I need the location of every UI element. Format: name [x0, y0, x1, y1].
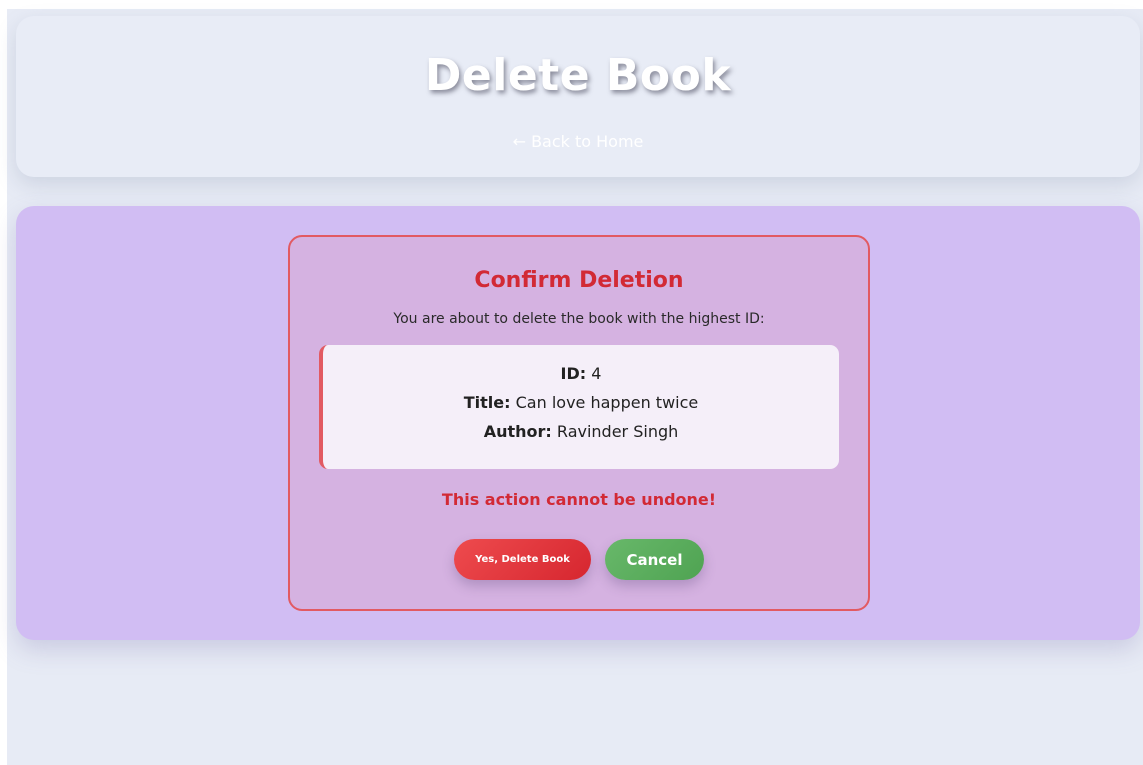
book-author-value: Ravinder Singh: [556, 422, 679, 441]
book-id-label: ID:: [560, 364, 587, 383]
book-title-row: Title: Can love happen twice: [323, 395, 839, 411]
book-author-label: Author:: [483, 422, 552, 441]
main-panel: Confirm Deletion You are about to delete…: [16, 206, 1140, 640]
delete-book-button[interactable]: Yes, Delete Book: [454, 539, 591, 580]
page-title: Delete Book: [424, 50, 732, 101]
book-id-row: ID: 4: [323, 366, 839, 382]
back-to-home-link[interactable]: ← Back to Home: [16, 134, 1140, 150]
warning-text: This action cannot be undone!: [441, 490, 717, 509]
book-title-value: Can love happen twice: [515, 393, 699, 412]
book-author-row: Author: Ravinder Singh: [323, 424, 839, 440]
page: Delete Book ← Back to Home Confirm Delet…: [7, 9, 1143, 765]
header-card: Delete Book ← Back to Home: [16, 16, 1140, 177]
confirm-deletion-box: Confirm Deletion You are about to delete…: [288, 235, 870, 611]
confirm-title: Confirm Deletion: [474, 268, 684, 293]
book-id-value: 4: [591, 364, 602, 383]
cancel-button[interactable]: Cancel: [605, 539, 704, 580]
confirm-subtitle: You are about to delete the book with th…: [393, 311, 765, 327]
book-details-card: ID: 4 Title: Can love happen twice Autho…: [319, 345, 839, 469]
book-title-label: Title:: [463, 393, 511, 412]
